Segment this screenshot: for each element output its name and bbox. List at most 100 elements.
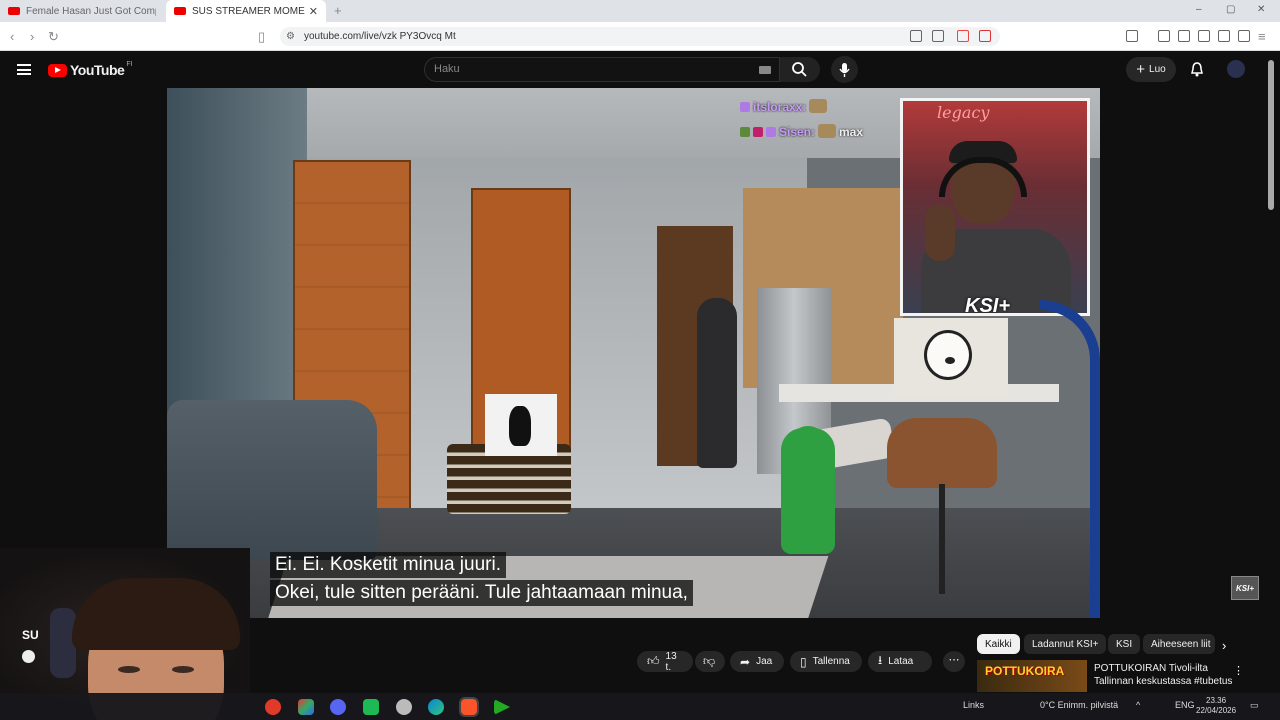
chip-ksi[interactable]: KSI [1108, 634, 1141, 654]
more-vertical-icon[interactable]: ⋮ [1233, 664, 1244, 677]
keyboard-icon[interactable] [759, 66, 771, 74]
chip-uploaded-by[interactable]: Ladannut KSI+ [1024, 634, 1107, 654]
scene-green-bear-figure [781, 426, 835, 554]
chevron-right-icon[interactable]: › [1222, 638, 1226, 653]
app-icon[interactable] [298, 699, 314, 715]
reactor-hair [72, 578, 240, 650]
more-actions-button[interactable]: ⋯ [943, 651, 965, 672]
bookmark-icon[interactable]: ▯ [258, 29, 265, 45]
discord-icon[interactable] [330, 699, 346, 715]
dislike-button[interactable]: 👎︎ [695, 651, 725, 672]
media-player-icon[interactable] [494, 699, 510, 715]
scene-stool [887, 418, 997, 488]
chat-emote-icon [818, 124, 837, 138]
create-label: Luo [1149, 64, 1166, 75]
extension-icon[interactable] [1198, 30, 1210, 42]
channel-avatar[interactable] [22, 650, 35, 663]
voice-search-button[interactable] [831, 56, 858, 83]
clock-time: 23.36 [1206, 696, 1227, 705]
vpn-icon[interactable] [1238, 30, 1250, 42]
channel-watermark[interactable]: KSI+ [1231, 576, 1259, 600]
clock-date: 22/04/2026 [1196, 706, 1237, 715]
recommendation-thumbnail[interactable]: POTTUKOIRA [977, 660, 1087, 692]
dog-face-icon [924, 330, 972, 380]
share-icon: ➦ [740, 654, 751, 669]
brave-shield-icon[interactable] [957, 30, 969, 42]
address-bar[interactable]: ⚙ youtube.com/live/vzk PY3Ovcq Mt [280, 27, 1000, 46]
windows-taskbar: Links 0°C Enimm. pilvistä ^ ENG 23.36 22… [0, 693, 1280, 720]
back-icon[interactable]: ‹ [10, 29, 14, 44]
app-icon[interactable] [396, 699, 412, 715]
browser-tab-2[interactable]: SUS STREAMER MOMENTS - ✕ [166, 0, 326, 22]
account-avatar[interactable] [1227, 60, 1245, 78]
new-tab-button[interactable]: + [334, 3, 342, 18]
chat-message: itsloraxx: [740, 99, 828, 114]
page-scrollbar[interactable] [1268, 60, 1274, 210]
brave-rewards-icon[interactable] [979, 30, 991, 42]
download-icon: ⭳ [878, 653, 883, 667]
browser-tab-1[interactable]: Female Hasan Just Got Completely [ [0, 0, 164, 22]
subtitle-line: Okei, tule sitten perääni. Tule jahtaama… [270, 580, 693, 606]
extension-icon[interactable] [910, 30, 922, 42]
edge-icon[interactable] [428, 699, 444, 715]
weather-widget[interactable]: 0°C Enimm. pilvistä [1040, 700, 1118, 710]
recommendation-title[interactable]: POTTUKOIRAN Tivoli-ilta Tallinnan keskus… [1094, 662, 1234, 688]
maximize-button[interactable]: ▢ [1226, 4, 1235, 15]
notifications-bell-icon[interactable] [1189, 61, 1205, 82]
language-indicator[interactable]: ENG [1175, 700, 1195, 710]
plus-icon: + [1136, 61, 1146, 78]
links-toolbar[interactable]: Links [963, 700, 984, 710]
subtitles: Ei. Ei. Kosketit minua juuri. Okei, tule… [270, 552, 693, 608]
notification-center-icon[interactable]: ▭ [1250, 700, 1259, 711]
chip-all[interactable]: Kaikki [977, 634, 1020, 654]
scene-stool-leg [939, 484, 945, 594]
extension-icon[interactable] [1218, 30, 1230, 42]
scene-person [697, 298, 737, 468]
thumbnail-text: POTTUKOIRA [985, 664, 1065, 678]
logo-text: YouTube [70, 62, 125, 78]
webcam-logo: KSI+ [965, 295, 1011, 316]
app-icon[interactable] [363, 699, 379, 715]
search-button[interactable] [780, 57, 820, 82]
neon-sign: legacy [937, 103, 990, 122]
chat-username: Sisen [779, 125, 812, 139]
forward-icon[interactable]: › [30, 29, 34, 44]
search-input[interactable]: Haku [424, 57, 780, 82]
thumbs-down-icon: 👎︎ [703, 654, 716, 668]
extension-icon[interactable] [1126, 30, 1138, 42]
tab-title: Female Hasan Just Got Completely [ [26, 5, 156, 17]
like-button[interactable]: 👍︎ 13 t. [637, 650, 693, 673]
thumbs-up-icon: 👍︎ [647, 654, 660, 668]
create-button[interactable]: + Luo [1126, 57, 1176, 82]
chip-related[interactable]: Aiheeseen liit [1143, 634, 1215, 654]
opera-icon[interactable] [265, 699, 281, 715]
sidebar-icon[interactable] [1178, 30, 1190, 42]
browser-toolbar: ‹ › ↻ ▯ ⚙ youtube.com/live/vzk PY3Ovcq M… [0, 22, 1280, 51]
youtube-logo[interactable]: YouTube FI [48, 61, 133, 78]
tab-close-icon[interactable]: ✕ [309, 5, 318, 18]
bookmark-icon: ▯ [800, 654, 807, 669]
save-label: Tallenna [812, 656, 850, 667]
chat-badge-icon [753, 127, 763, 137]
channel-name[interactable]: SU [22, 628, 39, 642]
close-window-button[interactable]: ✕ [1257, 4, 1265, 15]
share-button[interactable]: ➦ Jaa [730, 651, 784, 672]
media-icon[interactable] [1158, 30, 1170, 42]
reload-icon[interactable]: ↻ [48, 29, 59, 45]
save-button[interactable]: ▯ Tallenna [790, 651, 862, 672]
extension-icon[interactable] [932, 30, 944, 42]
hamburger-menu-icon[interactable] [17, 64, 31, 75]
chat-emote-icon [809, 99, 828, 113]
chat-username: itsloraxx [753, 100, 803, 114]
like-count: 13 t. [665, 650, 677, 673]
minimize-button[interactable]: – [1196, 4, 1202, 15]
menu-icon[interactable]: ≡ [1258, 29, 1266, 44]
site-settings-icon[interactable]: ⚙ [286, 27, 295, 46]
subtitle-line: Ei. Ei. Kosketit minua juuri. [270, 552, 506, 578]
download-button[interactable]: ⭳ Lataa [868, 651, 932, 672]
share-label: Jaa [756, 656, 773, 667]
tray-chevron-icon[interactable]: ^ [1136, 700, 1140, 710]
url-text: youtube.com/live/vzk PY3Ovcq Mt [304, 31, 456, 42]
brave-icon[interactable] [459, 697, 479, 717]
system-clock[interactable]: 23.36 22/04/2026 [1196, 696, 1236, 716]
